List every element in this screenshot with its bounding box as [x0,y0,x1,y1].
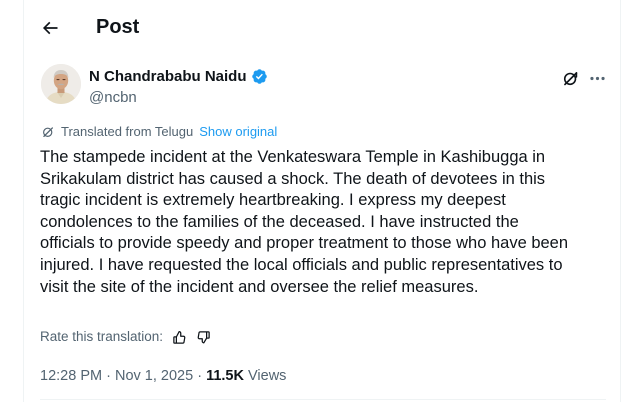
post-date[interactable]: Nov 1, 2025 [115,368,193,384]
back-button[interactable] [33,11,67,45]
post-text: The stampede incident at the Venkateswar… [40,148,569,296]
divider [40,399,606,400]
more-options-button[interactable] [585,66,609,90]
page: Post N Chandrababu Naidu @ncbn Translate… [0,0,643,402]
author-name[interactable]: N Chandrababu Naidu [89,67,268,86]
author-handle[interactable]: @ncbn [89,88,137,107]
thumbs-down-button[interactable] [195,329,211,345]
more-horizontal-icon [589,76,605,80]
post-time[interactable]: 12:28 PM [40,368,102,384]
rate-label: Rate this translation: [40,329,164,344]
show-original-link[interactable]: Show original [199,124,277,140]
grok-icon [563,71,577,85]
post-column: Post N Chandrababu Naidu @ncbn Translate… [23,0,621,402]
rate-translation: Rate this translation: [40,329,211,345]
views-label: Views [243,368,287,384]
grok-button[interactable] [558,66,582,90]
translation-label: Translated from Telugu [61,124,194,139]
author-name-text: N Chandrababu Naidu [89,68,247,85]
thumbs-up-button[interactable] [171,329,187,345]
meta-separator: · [102,368,115,384]
profile-photo [41,64,81,104]
translation-notice: Translated from Telugu Show original [41,124,277,140]
page-title: Post [96,16,140,38]
author-avatar[interactable] [41,64,81,104]
arrow-left-icon [42,21,58,35]
views-count: 11.5K [206,368,244,384]
meta-separator-2: · [193,368,207,384]
thumbs-up-icon [172,330,185,344]
translate-globe-icon [43,127,54,138]
page-header: Post [24,0,620,56]
thumbs-down-icon [197,330,210,343]
verified-badge-icon [251,69,267,84]
post-meta: 12:28 PM · Nov 1, 2025 · 11.5K Views [40,367,286,385]
